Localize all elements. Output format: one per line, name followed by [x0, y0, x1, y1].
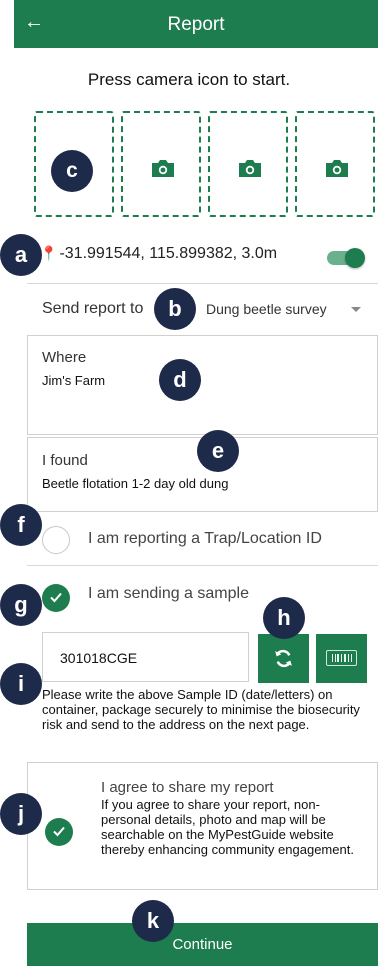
- location-toggle[interactable]: [327, 248, 365, 268]
- agree-checkbox[interactable]: [45, 818, 73, 846]
- sample-instructions: Please write the above Sample ID (date/l…: [42, 687, 360, 732]
- annotation-marker-a: a: [0, 234, 42, 276]
- annotation-marker-b: b: [154, 288, 196, 330]
- annotation-marker-c: c: [51, 150, 93, 192]
- found-value[interactable]: Beetle flotation 1-2 day old dung: [42, 476, 228, 491]
- annotation-marker-e: e: [197, 430, 239, 472]
- trap-label[interactable]: I am reporting a Trap/Location ID: [88, 530, 322, 548]
- barcode-icon: [326, 650, 357, 666]
- check-icon: [50, 592, 62, 603]
- continue-button[interactable]: Continue: [27, 923, 378, 966]
- scan-barcode-button[interactable]: [316, 634, 367, 683]
- sample-label[interactable]: I am sending a sample: [88, 585, 249, 603]
- annotation-marker-d: d: [159, 359, 201, 401]
- photo-slot-2[interactable]: [121, 111, 201, 217]
- map-marker-icon: 📍: [40, 245, 58, 261]
- where-value[interactable]: Jim's Farm: [42, 373, 105, 388]
- page-title: Report: [167, 14, 225, 35]
- location-readout: 📍 -31.991544, 115.899382, 3.0m: [40, 245, 277, 263]
- refresh-icon: [275, 649, 292, 668]
- annotation-marker-k: k: [132, 900, 174, 942]
- annotation-marker-h: h: [263, 597, 305, 639]
- regenerate-id-button[interactable]: [258, 634, 309, 683]
- send-report-select[interactable]: Dung beetle survey: [206, 301, 327, 317]
- photo-slot-4[interactable]: [295, 111, 375, 217]
- chevron-down-icon[interactable]: [351, 307, 361, 312]
- photo-slot-3[interactable]: [208, 111, 288, 217]
- found-label: I found: [42, 452, 88, 469]
- trap-checkbox[interactable]: [42, 526, 70, 554]
- where-label: Where: [42, 349, 87, 366]
- divider: [27, 565, 378, 566]
- instruction-text: Press camera icon to start.: [87, 70, 291, 89]
- agree-description: If you agree to share your report, non-p…: [101, 797, 354, 857]
- camera-icon: [326, 160, 348, 177]
- annotation-marker-j: j: [0, 793, 42, 835]
- annotation-marker-f: f: [0, 504, 42, 546]
- camera-icon: [152, 160, 174, 177]
- toggle-knob: [345, 248, 365, 268]
- check-icon: [53, 826, 65, 837]
- send-report-label: Send report to: [42, 300, 144, 317]
- annotation-marker-g: g: [0, 584, 42, 626]
- sample-id-value: 301018CGE: [60, 650, 138, 666]
- camera-icon: [239, 160, 261, 177]
- sample-checkbox[interactable]: [42, 584, 70, 612]
- app-header: ← Report: [14, 0, 378, 48]
- divider: [27, 283, 378, 284]
- annotation-marker-i: i: [0, 663, 42, 705]
- location-coordinates: -31.991544, 115.899382, 3.0m: [59, 245, 278, 262]
- agree-title[interactable]: I agree to share my report: [101, 779, 274, 796]
